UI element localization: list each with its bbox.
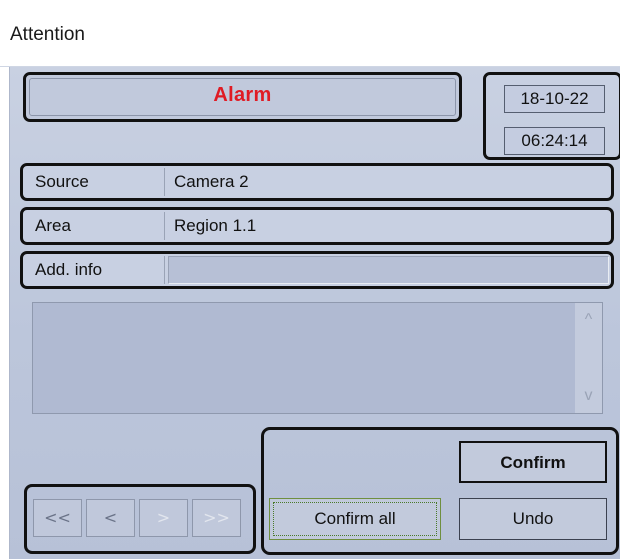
window-title: Attention — [10, 24, 85, 45]
dialog-body: Alarm 18-10-22 06:24:14 Source Camera 2 … — [9, 67, 620, 559]
title-bar: Attention — [0, 0, 620, 67]
alarm-time: 06:24:14 — [504, 127, 605, 155]
add-info-field[interactable] — [168, 256, 609, 284]
actions-group: Confirm Confirm all Undo — [261, 427, 619, 555]
undo-button[interactable]: Undo — [459, 498, 607, 540]
alarm-panel: Alarm — [23, 72, 462, 122]
memo-scrollbar[interactable]: ^ v — [575, 303, 602, 413]
previous-alarm-button[interactable]: < — [86, 499, 135, 537]
area-label: Area — [25, 212, 165, 240]
attention-dialog: Attention Alarm 18-10-22 06:24:14 Source… — [0, 0, 620, 559]
area-value: Region 1.1 — [174, 216, 257, 235]
scroll-up-icon[interactable]: ^ — [575, 311, 602, 329]
comment-textarea[interactable]: ^ v — [32, 302, 603, 414]
first-alarm-button[interactable]: << — [33, 499, 82, 537]
area-row: Area Region 1.1 — [20, 207, 614, 245]
datetime-group: 18-10-22 06:24:14 — [483, 72, 620, 160]
confirm-button[interactable]: Confirm — [459, 441, 607, 483]
confirm-all-button[interactable]: Confirm all — [269, 498, 441, 540]
source-label: Source — [25, 168, 165, 196]
scroll-down-icon[interactable]: v — [575, 387, 602, 405]
navigation-group: << < > >> — [24, 484, 256, 554]
alarm-date: 18-10-22 — [504, 85, 605, 113]
alarm-label: Alarm — [213, 84, 272, 106]
add-info-label: Add. info — [25, 256, 165, 284]
source-row: Source Camera 2 — [20, 163, 614, 201]
add-info-row: Add. info — [20, 251, 614, 289]
source-value: Camera 2 — [174, 172, 249, 191]
next-alarm-button[interactable]: > — [139, 499, 188, 537]
last-alarm-button[interactable]: >> — [192, 499, 241, 537]
